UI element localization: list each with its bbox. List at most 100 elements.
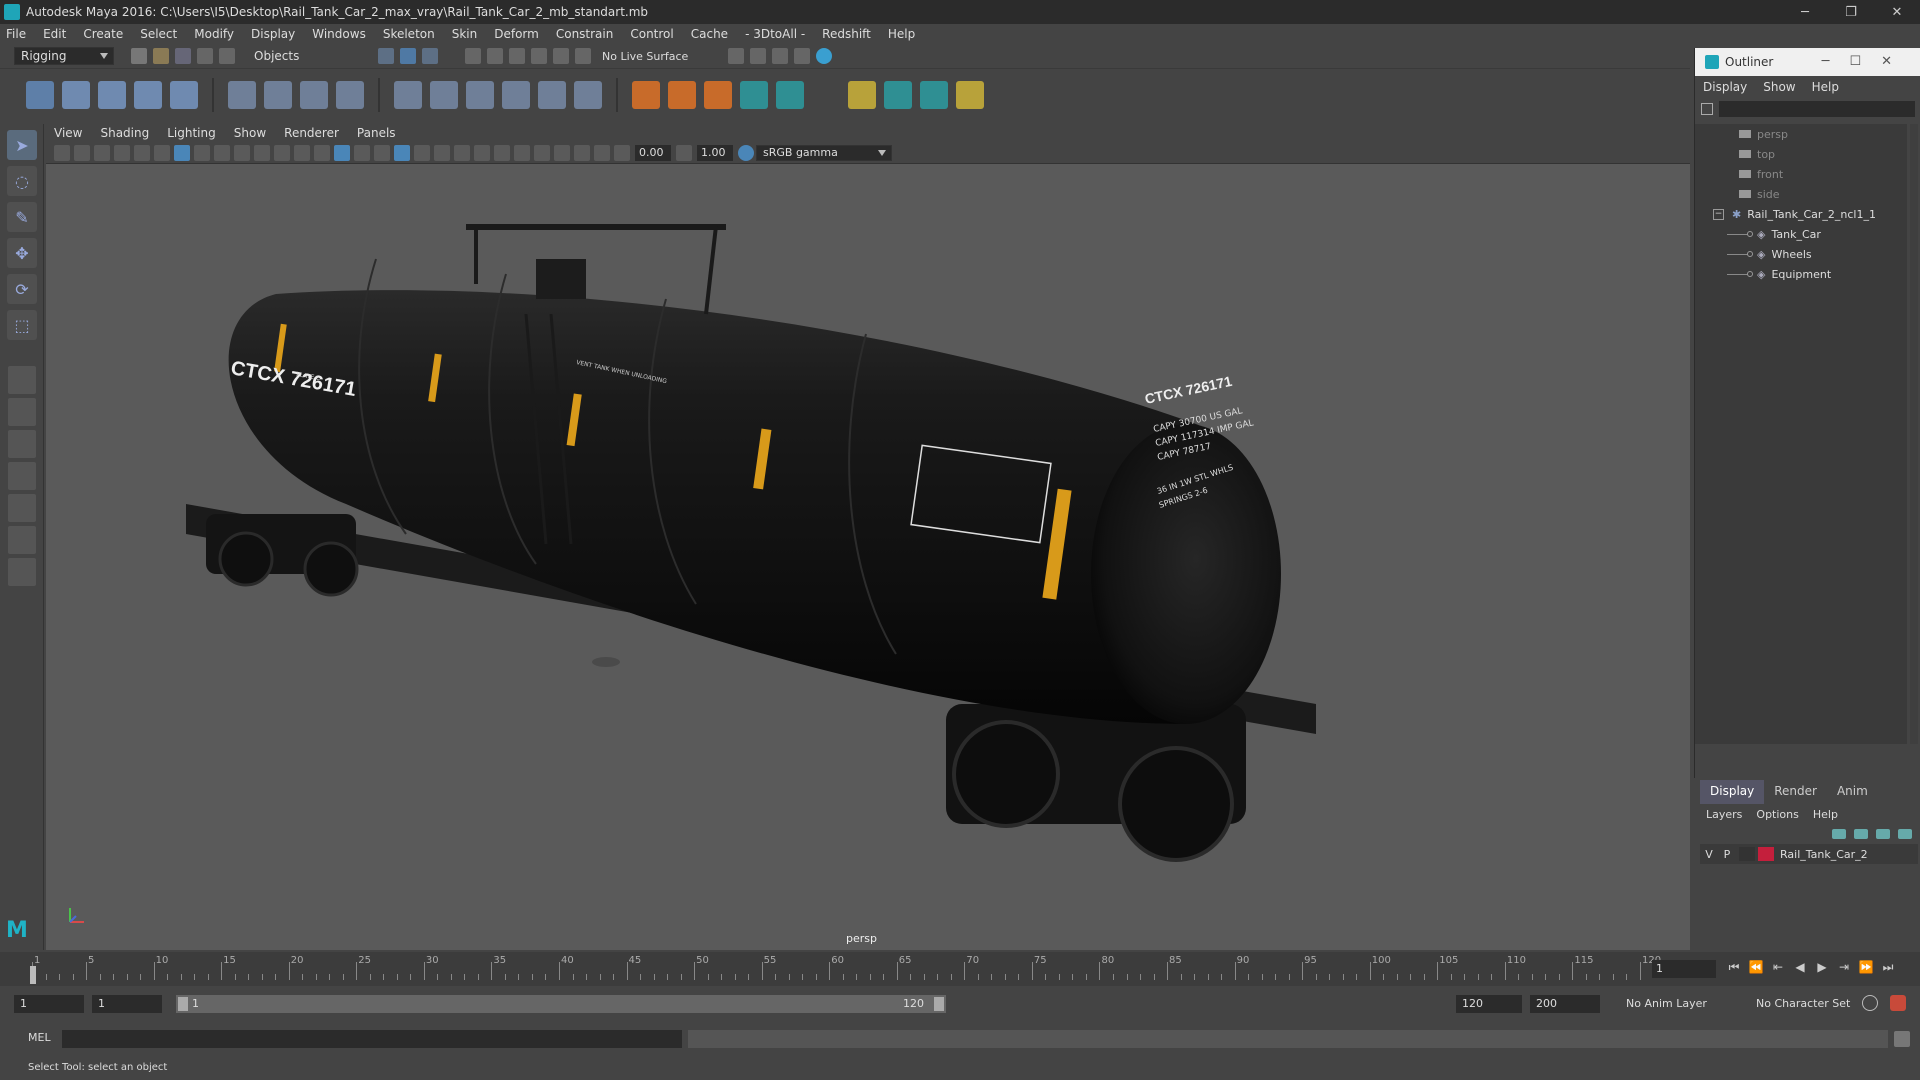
motion-blur-icon[interactable] xyxy=(474,144,490,161)
lattice-icon[interactable] xyxy=(228,80,256,109)
playback-start-field[interactable]: 1 xyxy=(92,995,162,1013)
depth-of-field-icon[interactable] xyxy=(514,144,530,161)
detach-skin-icon[interactable] xyxy=(430,80,458,109)
new-layer-selected-icon[interactable] xyxy=(1898,829,1912,839)
point-constraint-icon[interactable] xyxy=(668,80,696,109)
menu-modify[interactable]: Modify xyxy=(194,27,234,41)
undo-icon[interactable] xyxy=(197,48,213,64)
side-by-side-layout-icon[interactable] xyxy=(8,430,36,458)
filter-icon[interactable] xyxy=(1701,103,1713,115)
mirror-joint-icon[interactable] xyxy=(134,80,162,109)
bind-skin-icon[interactable] xyxy=(394,80,422,109)
snap-magnet-icon[interactable] xyxy=(575,48,591,64)
panel-menu-panels[interactable]: Panels xyxy=(357,126,396,140)
menu-select[interactable]: Select xyxy=(140,27,177,41)
save-scene-icon[interactable] xyxy=(175,48,191,64)
layer-menu-layers[interactable]: Layers xyxy=(1706,808,1742,821)
safe-title-icon[interactable] xyxy=(294,144,310,161)
use-all-lights-icon[interactable] xyxy=(414,144,430,161)
panel-menu-shading[interactable]: Shading xyxy=(100,126,149,140)
minimize-button[interactable]: ─ xyxy=(1782,0,1828,24)
field-chart-icon[interactable] xyxy=(254,144,270,161)
lasso-tool-icon[interactable]: ◌ xyxy=(7,166,37,196)
step-forward-key-icon[interactable]: ⇥ xyxy=(1836,960,1852,976)
step-back-key-icon[interactable]: ⇤ xyxy=(1770,960,1786,976)
wireframe-icon[interactable] xyxy=(314,144,330,161)
select-hierarchy-icon[interactable] xyxy=(378,48,394,64)
menu-control[interactable]: Control xyxy=(630,27,673,41)
layer-playback-toggle[interactable]: P xyxy=(1718,848,1736,861)
render-view-icon[interactable] xyxy=(728,48,745,64)
paint-effects-icon[interactable] xyxy=(884,80,912,109)
collapse-layout-icon[interactable] xyxy=(8,558,36,586)
select-object-icon[interactable] xyxy=(400,48,416,64)
go-to-end-icon[interactable]: ⏭ xyxy=(1880,960,1896,976)
outliner-item-wheels[interactable]: ◈ Wheels xyxy=(1695,244,1907,264)
tab-render[interactable]: Render xyxy=(1764,780,1827,804)
blank-shelf-icon[interactable] xyxy=(812,80,840,109)
selection-mode-dropdown[interactable]: Objects xyxy=(248,47,358,65)
range-slider-bar[interactable]: 1 120 xyxy=(176,995,946,1013)
render-settings-icon[interactable] xyxy=(794,48,811,64)
resolution-gate-icon[interactable] xyxy=(214,144,230,161)
rotate-tool-icon[interactable]: ⟳ xyxy=(7,274,37,304)
cluster-icon[interactable] xyxy=(264,80,292,109)
menu-set-dropdown[interactable]: Rigging xyxy=(14,47,114,65)
step-forward-frame-icon[interactable]: ⏩ xyxy=(1858,960,1874,976)
layer-type-toggle[interactable] xyxy=(1739,847,1755,861)
redo-icon[interactable] xyxy=(219,48,235,64)
range-end-handle[interactable] xyxy=(934,997,944,1011)
snap-live-icon[interactable] xyxy=(553,48,569,64)
outliner-window-controls[interactable]: ─☐✕ xyxy=(1822,54,1912,69)
graph-layout-icon[interactable] xyxy=(8,494,36,522)
scale-tool-icon[interactable]: ⬚ xyxy=(7,310,37,340)
persp-outliner-layout-icon[interactable] xyxy=(8,462,36,490)
collapse-icon[interactable]: − xyxy=(1713,208,1724,220)
restore-button[interactable]: ❐ xyxy=(1828,0,1874,24)
ik-spline-icon[interactable] xyxy=(98,80,126,109)
outliner-item-group[interactable]: − ✱ Rail_Tank_Car_2_ncl1_1 xyxy=(1695,204,1907,224)
layer-visibility-toggle[interactable]: V xyxy=(1700,848,1718,861)
menu-skeleton[interactable]: Skeleton xyxy=(383,27,435,41)
set-key-icon[interactable] xyxy=(848,80,876,109)
panel-menu-lighting[interactable]: Lighting xyxy=(167,126,216,140)
anim-layer-dropdown[interactable]: No Anim Layer xyxy=(1626,995,1707,1013)
new-scene-icon[interactable] xyxy=(131,48,147,64)
safe-action-icon[interactable] xyxy=(274,144,290,161)
camera-icon[interactable] xyxy=(54,144,70,161)
camera-attributes-icon[interactable] xyxy=(74,144,90,161)
single-pane-layout-icon[interactable] xyxy=(8,366,36,394)
outliner-item-side[interactable]: side xyxy=(1695,184,1907,204)
menu-display[interactable]: Display xyxy=(251,27,295,41)
outliner-search-input[interactable] xyxy=(1719,101,1915,117)
command-input[interactable] xyxy=(62,1030,682,1048)
outliner-menu-show[interactable]: Show xyxy=(1763,80,1795,94)
grease-pencil-icon[interactable] xyxy=(154,144,170,161)
xray-joints-icon[interactable] xyxy=(574,144,590,161)
orient-joint-icon[interactable] xyxy=(170,80,198,109)
render-layout-icon[interactable] xyxy=(8,526,36,554)
panel-menu-renderer[interactable]: Renderer xyxy=(284,126,339,140)
blend-shape-icon[interactable] xyxy=(300,80,328,109)
outliner-item-equipment[interactable]: ◈ Equipment xyxy=(1695,264,1907,284)
current-time-indicator[interactable] xyxy=(30,966,36,984)
layer-menu-options[interactable]: Options xyxy=(1756,808,1798,821)
auto-key-icon[interactable] xyxy=(1862,995,1878,1011)
move-layer-up-icon[interactable] xyxy=(1832,829,1846,839)
outliner-item-tank-car[interactable]: ◈ Tank_Car xyxy=(1695,224,1907,244)
new-layer-icon[interactable] xyxy=(1876,829,1890,839)
go-to-start-icon[interactable]: ⏮ xyxy=(1726,960,1742,976)
script-editor-icon[interactable] xyxy=(1894,1031,1910,1047)
menu-edit[interactable]: Edit xyxy=(43,27,66,41)
grid-icon[interactable] xyxy=(174,144,190,161)
snap-curve-icon[interactable] xyxy=(487,48,503,64)
shadows-icon[interactable] xyxy=(434,144,450,161)
menu-windows[interactable]: Windows xyxy=(312,27,366,41)
outliner-item-front[interactable]: front xyxy=(1695,164,1907,184)
open-scene-icon[interactable] xyxy=(153,48,169,64)
menu-create[interactable]: Create xyxy=(83,27,123,41)
color-management-icon[interactable] xyxy=(738,144,754,161)
snap-grid-icon[interactable] xyxy=(465,48,481,64)
hypershade-icon[interactable] xyxy=(816,48,833,64)
gamma-field[interactable]: 1.00 xyxy=(697,144,733,161)
